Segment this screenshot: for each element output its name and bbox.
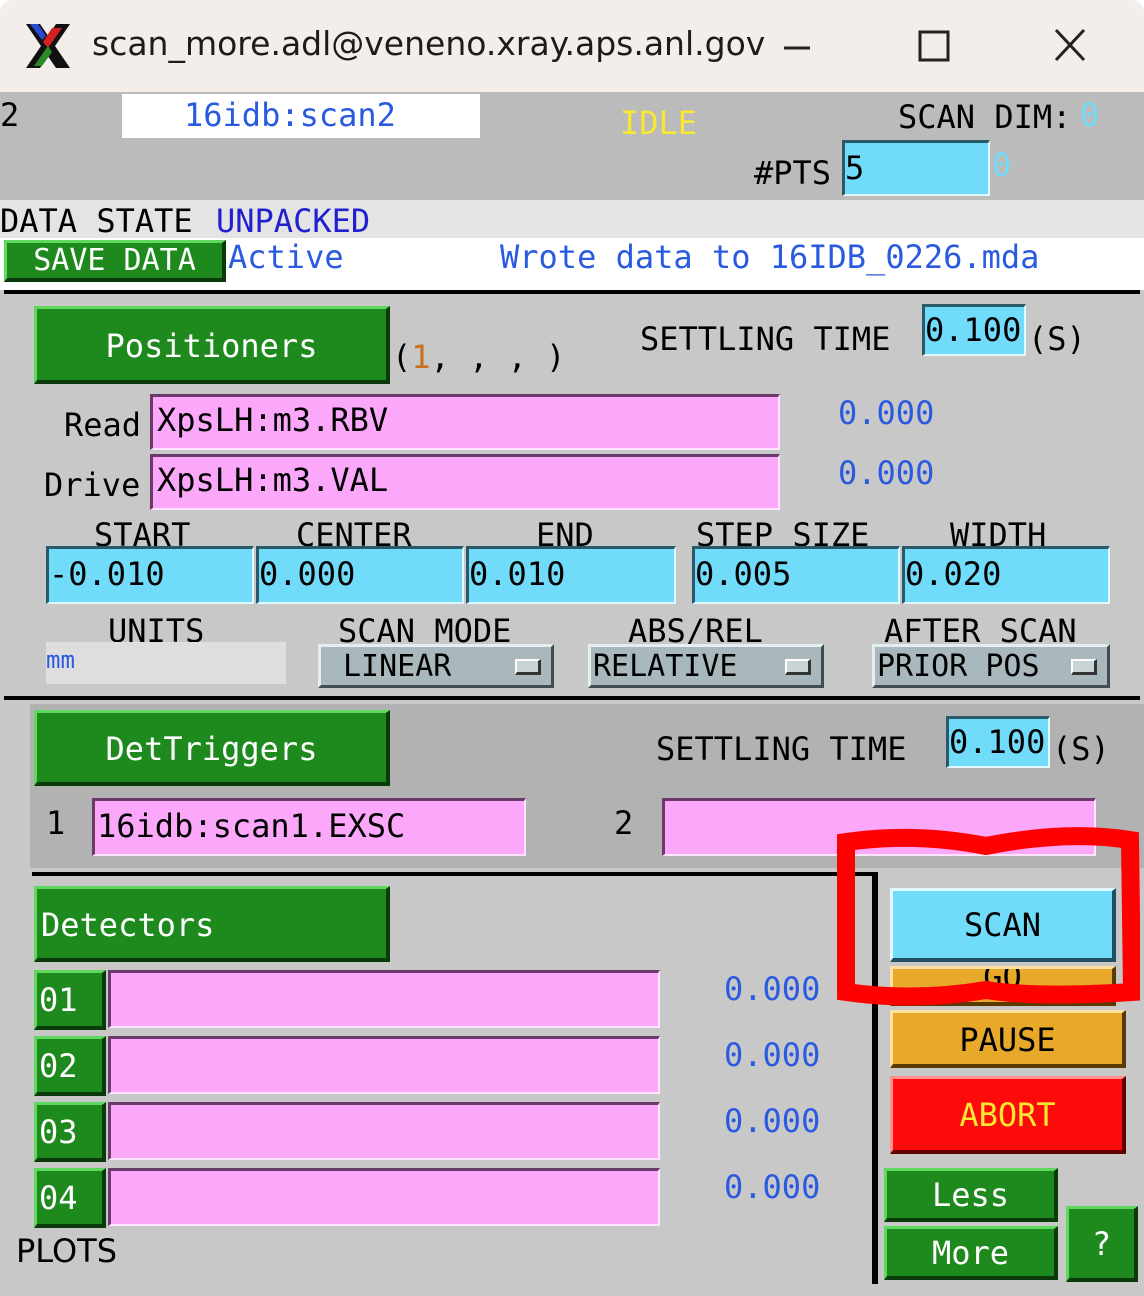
- menu-indicator-icon: [515, 659, 541, 675]
- detector-num-02[interactable]: 02: [34, 1036, 106, 1096]
- read-label: Read: [64, 406, 142, 444]
- center-value: 0.000: [259, 555, 356, 593]
- detector-pv-field-02[interactable]: [108, 1036, 660, 1094]
- scan-name: 16idb:scan2: [184, 96, 396, 134]
- detector-pv-field-01[interactable]: [108, 970, 660, 1028]
- tuple-first: 1: [411, 338, 431, 376]
- end-value: 0.010: [469, 555, 566, 593]
- save-message: Wrote data to 16IDB_0226.mda: [500, 238, 1040, 276]
- scan-mode-menu[interactable]: LINEAR: [318, 644, 554, 688]
- menu-indicator-icon: [785, 659, 811, 675]
- divider: [4, 290, 1140, 294]
- help-button[interactable]: ?: [1066, 1206, 1138, 1282]
- data-state-value: UNPACKED: [216, 202, 371, 240]
- scan-index: 2: [0, 96, 20, 134]
- less-button[interactable]: Less: [884, 1168, 1058, 1222]
- detector-num-04[interactable]: 04: [34, 1168, 106, 1228]
- detector-value-03: 0.000: [724, 1102, 821, 1140]
- trigger1-value: 16idb:scan1.EXSC: [97, 807, 406, 845]
- end-field[interactable]: 0.010: [466, 546, 676, 604]
- det-triggers-button[interactable]: DetTriggers: [34, 710, 390, 786]
- pos-settling-label: SETTLING TIME: [640, 320, 891, 358]
- minimize-icon[interactable]: [762, 18, 832, 74]
- pause-button[interactable]: PAUSE: [890, 1010, 1126, 1068]
- detector-value-04: 0.000: [724, 1168, 821, 1206]
- scan-state: IDLE: [620, 104, 698, 142]
- npts-field[interactable]: 5: [842, 140, 990, 196]
- trigger1-label: 1: [46, 804, 66, 842]
- data-state-label: DATA STATE: [0, 202, 193, 240]
- read-pv-field[interactable]: XpsLH:m3.RBV: [150, 394, 780, 450]
- positioners-button[interactable]: Positioners: [34, 306, 390, 384]
- menu-indicator-icon: [1071, 659, 1097, 675]
- det-settling-field[interactable]: 0.100: [946, 716, 1050, 768]
- detector-value-02: 0.000: [724, 1036, 821, 1074]
- detector-pv-field-04[interactable]: [108, 1168, 660, 1226]
- detector-num-01[interactable]: 01: [34, 970, 106, 1030]
- drive-pv: XpsLH:m3.VAL: [157, 461, 389, 499]
- pos-settling-unit: (S): [1028, 320, 1086, 358]
- det-settling-label: SETTLING TIME: [656, 730, 907, 768]
- save-data-button[interactable]: SAVE DATA: [4, 240, 226, 282]
- pos-settling-field[interactable]: 0.100: [922, 304, 1026, 356]
- step-value: 0.005: [695, 555, 792, 593]
- x11-icon: [22, 20, 74, 72]
- detectors-button[interactable]: Detectors: [34, 886, 390, 962]
- trigger2-label: 2: [614, 804, 634, 842]
- width-field[interactable]: 0.020: [902, 546, 1110, 604]
- det-settling-value: 0.100: [949, 723, 1046, 761]
- center-field[interactable]: 0.000: [256, 546, 464, 604]
- more-button[interactable]: More: [884, 1226, 1058, 1280]
- close-icon[interactable]: [1036, 18, 1106, 74]
- detector-num-03[interactable]: 03: [34, 1102, 106, 1162]
- drive-pv-field[interactable]: XpsLH:m3.VAL: [150, 454, 780, 510]
- abs-rel-value: RELATIVE: [593, 649, 738, 684]
- highlight-annotation: [836, 826, 1142, 1006]
- drive-value: 0.000: [838, 454, 935, 492]
- scan-dim-value: 0: [1080, 96, 1100, 134]
- pos-settling-value: 0.100: [925, 311, 1022, 349]
- npts-value: 5: [845, 149, 865, 187]
- detector-value-01: 0.000: [724, 970, 821, 1008]
- units-value: mm: [46, 646, 75, 674]
- save-status: Active: [228, 238, 344, 276]
- divider: [4, 696, 1140, 700]
- plots-label: PLOTS: [16, 1232, 118, 1270]
- width-value: 0.020: [905, 555, 1002, 593]
- npts-current: 0: [992, 146, 1012, 184]
- units-field: mm: [46, 642, 286, 684]
- maximize-icon[interactable]: [898, 18, 968, 74]
- divider: [32, 872, 872, 876]
- scan-name-box: 16idb:scan2: [122, 94, 480, 138]
- npts-label: #PTS: [754, 154, 832, 192]
- tuple-rest: , , , ): [430, 338, 566, 376]
- scan-mode-value: LINEAR: [343, 649, 452, 684]
- start-value: -0.010: [49, 555, 165, 593]
- read-pv: XpsLH:m3.RBV: [157, 401, 389, 439]
- positioner-tuple: (1, , , ): [392, 338, 565, 376]
- det-settling-unit: (S): [1052, 730, 1110, 768]
- abort-button[interactable]: ABORT: [890, 1076, 1126, 1154]
- window-title: scan_more.adl@veneno.xray.aps.anl.gov: [92, 24, 766, 63]
- trigger1-field[interactable]: 16idb:scan1.EXSC: [92, 798, 526, 856]
- detector-pv-field-03[interactable]: [108, 1102, 660, 1160]
- tuple-open: (: [392, 338, 412, 376]
- after-scan-value: PRIOR POS: [877, 649, 1040, 684]
- after-scan-menu[interactable]: PRIOR POS: [872, 644, 1110, 688]
- start-field[interactable]: -0.010: [46, 546, 254, 604]
- read-value: 0.000: [838, 394, 935, 432]
- drive-label: Drive: [44, 466, 141, 504]
- scan-dim-label: SCAN DIM:: [898, 98, 1072, 136]
- abs-rel-menu[interactable]: RELATIVE: [588, 644, 824, 688]
- step-size-field[interactable]: 0.005: [692, 546, 900, 604]
